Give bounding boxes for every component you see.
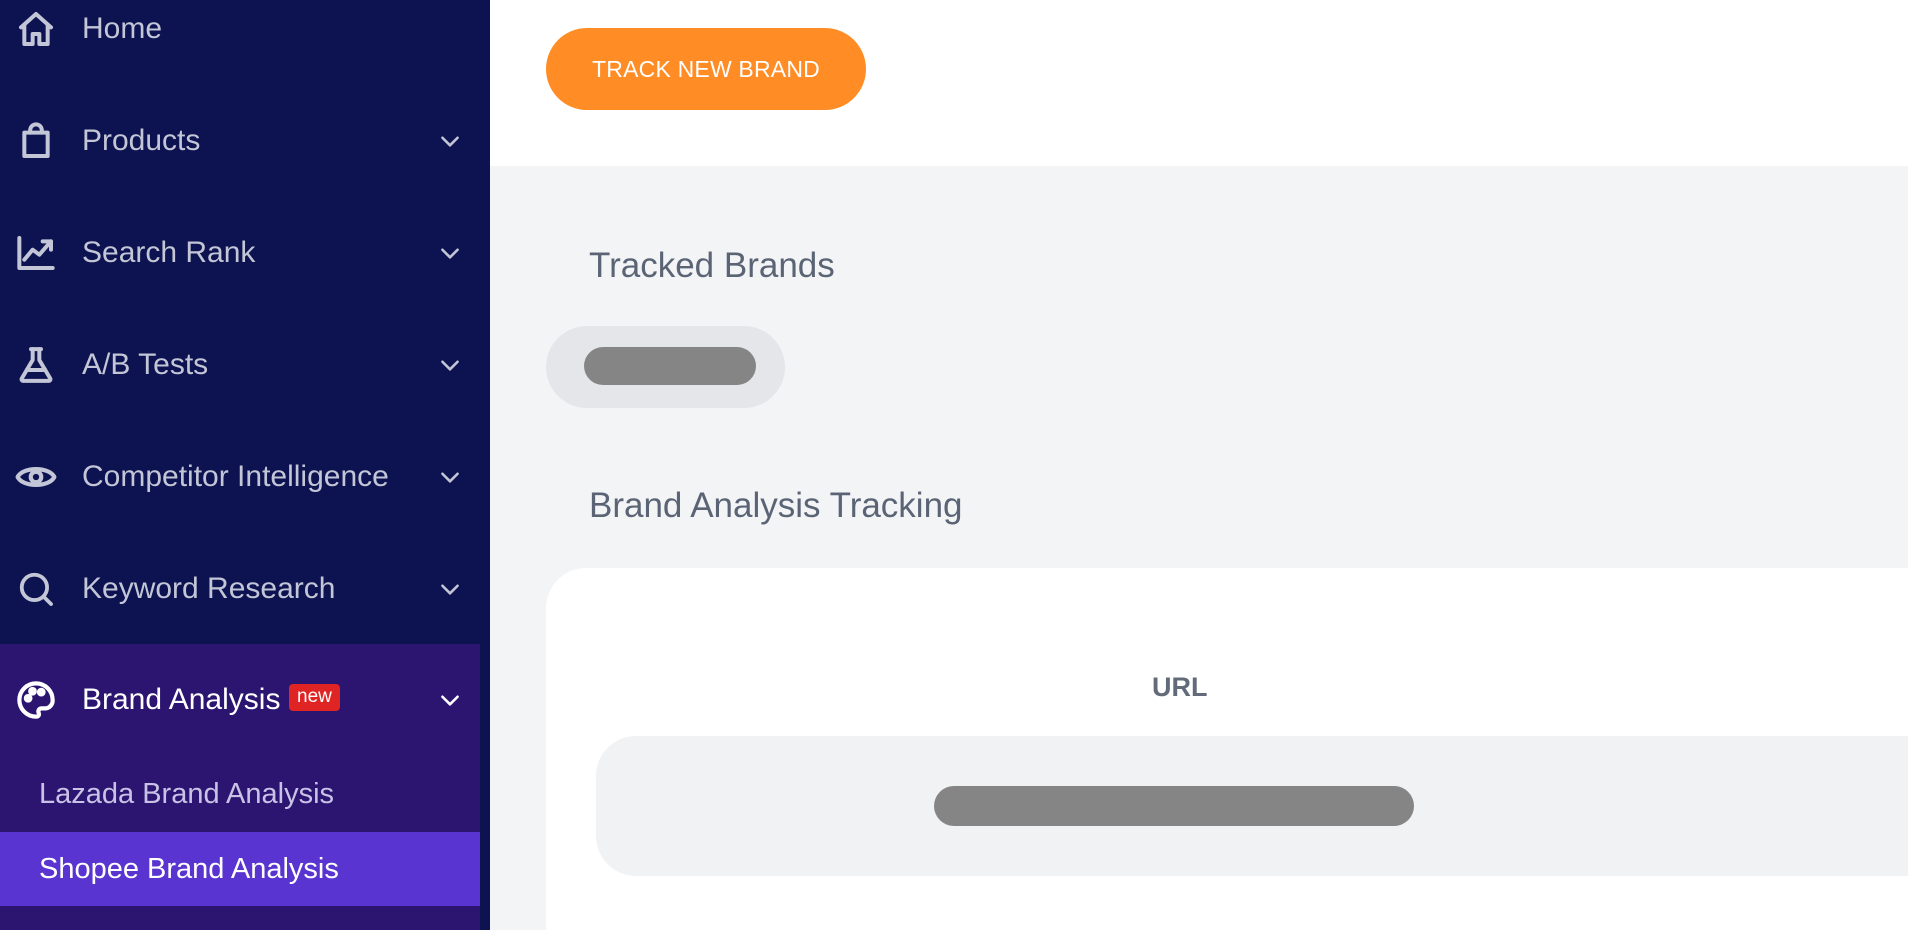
loading-placeholder — [584, 347, 756, 385]
trending-chart-icon — [14, 231, 58, 275]
sidebar-item-brand-analysis[interactable]: Brand Analysis new — [0, 644, 480, 756]
home-icon — [14, 7, 58, 51]
sidebar-subitem-label: Shopee Brand Analysis — [39, 852, 339, 885]
sidebar: Home Products Search Rank A/B Tests Comp… — [0, 0, 490, 930]
sidebar-item-label: Products — [82, 124, 201, 157]
chevron-down-icon[interactable] — [436, 239, 464, 267]
shopping-bag-icon — [14, 119, 58, 163]
search-icon — [14, 567, 58, 611]
track-new-brand-button[interactable]: TRACK NEW BRAND — [546, 28, 866, 110]
chevron-down-icon[interactable] — [436, 463, 464, 491]
sidebar-item-products[interactable]: Products — [0, 85, 490, 197]
flask-icon — [14, 343, 58, 387]
tracked-brand-chip[interactable] — [546, 326, 785, 408]
column-header-url: URL — [1152, 672, 1208, 702]
sidebar-item-ab-tests[interactable]: A/B Tests — [0, 309, 490, 421]
sidebar-item-label: Brand Analysis — [82, 683, 281, 716]
brand-analysis-group: Brand Analysis new Lazada Brand Analysis… — [0, 644, 480, 930]
sidebar-item-search-rank[interactable]: Search Rank — [0, 197, 490, 309]
sidebar-subitem-label: Lazada Brand Analysis — [39, 777, 335, 810]
palette-icon — [14, 678, 58, 722]
sidebar-subitem-shopee-brand-analysis[interactable]: Shopee Brand Analysis — [0, 832, 480, 906]
sidebar-item-competitor-intelligence[interactable]: Competitor Intelligence — [0, 421, 490, 533]
sidebar-item-home[interactable]: Home — [0, 0, 490, 85]
chevron-down-icon[interactable] — [436, 575, 464, 603]
eye-icon — [14, 455, 58, 499]
loading-placeholder — [934, 786, 1414, 826]
new-badge: new — [289, 684, 340, 711]
chevron-down-icon[interactable] — [436, 351, 464, 379]
chevron-down-icon[interactable] — [436, 686, 464, 714]
sidebar-item-keyword-research[interactable]: Keyword Research — [0, 533, 490, 645]
sidebar-item-label: Competitor Intelligence — [82, 460, 389, 493]
table-row[interactable] — [596, 736, 1908, 876]
sidebar-item-label: A/B Tests — [82, 348, 209, 381]
sidebar-item-label: Home — [82, 12, 163, 45]
sidebar-item-label: Keyword Research — [82, 572, 336, 605]
tracked-brands-title: Tracked Brands — [589, 246, 835, 285]
chevron-down-icon[interactable] — [436, 127, 464, 155]
sidebar-item-label: Search Rank — [82, 236, 256, 269]
brand-analysis-tracking-title: Brand Analysis Tracking — [589, 486, 963, 525]
sidebar-subitem-lazada-brand-analysis[interactable]: Lazada Brand Analysis — [0, 757, 480, 831]
